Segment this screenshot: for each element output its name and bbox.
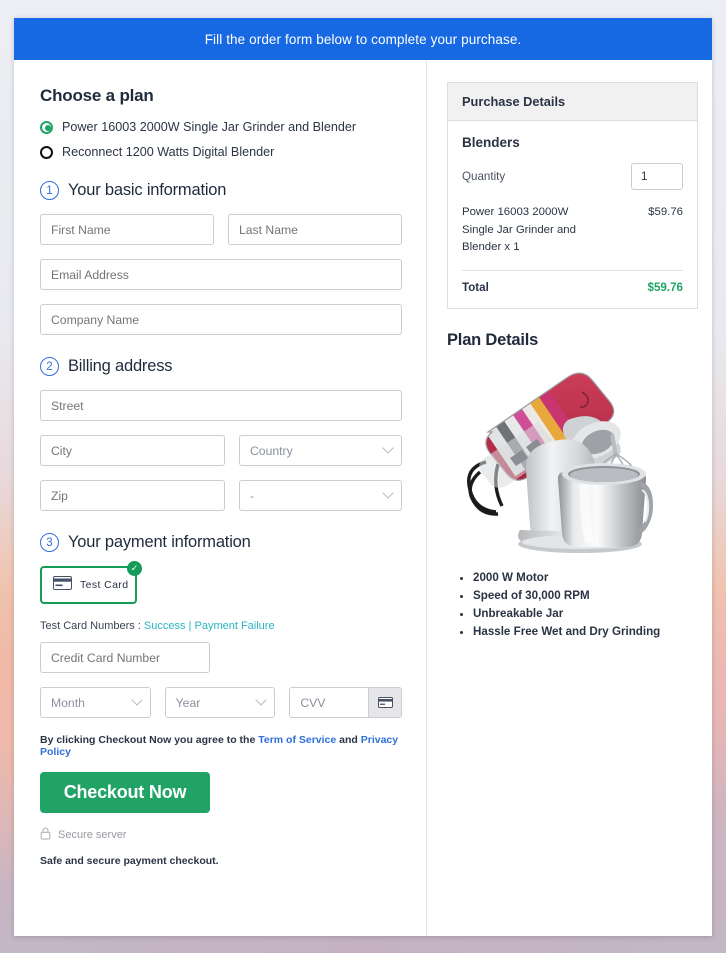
step-1-header: 1 Your basic information [40, 181, 402, 200]
terms-mid: and [336, 734, 361, 746]
secure-server-note: Secure server [40, 827, 402, 843]
country-select[interactable]: Country [239, 435, 402, 466]
zip-state-row: - [40, 480, 402, 511]
terms-line: By clicking Checkout Now you agree to th… [40, 734, 402, 758]
first-name-input[interactable] [40, 214, 214, 245]
cvv-card-icon [368, 688, 402, 717]
list-item: Unbreakable Jar [473, 607, 698, 620]
plan-option-label: Power 16003 2000W Single Jar Grinder and… [62, 120, 357, 134]
name-row [40, 214, 402, 245]
checkout-card: Fill the order form below to complete yo… [14, 18, 712, 936]
step-title: Billing address [68, 357, 173, 375]
zip-input[interactable] [40, 480, 225, 511]
total-row: Total $59.76 [462, 281, 683, 294]
page-banner: Fill the order form below to complete yo… [14, 18, 712, 60]
payment-method-label: Test Card [80, 579, 129, 591]
order-form-column: Choose a plan Power 16003 2000W Single J… [14, 60, 426, 936]
test-success-link[interactable]: Success [144, 620, 186, 632]
list-item: Speed of 30,000 RPM [473, 589, 698, 602]
purchase-details-panel: Purchase Details Blenders Quantity 1 Pow… [447, 82, 698, 310]
line-item-price: $59.76 [648, 206, 683, 218]
safe-checkout-note: Safe and secure payment checkout. [40, 855, 219, 867]
state-select-value[interactable]: - [239, 480, 402, 511]
list-item: 2000 W Motor [473, 571, 698, 584]
step-3-header: 3 Your payment information [40, 533, 402, 552]
test-failure-link[interactable]: Payment Failure [194, 620, 274, 632]
step-number-badge: 1 [40, 181, 59, 200]
plan-radio-group: Power 16003 2000W Single Jar Grinder and… [40, 120, 402, 159]
terms-prefix: By clicking Checkout Now you agree to th… [40, 734, 259, 746]
email-input[interactable] [40, 259, 402, 290]
city-country-row: Country [40, 435, 402, 466]
last-name-input[interactable] [228, 214, 402, 245]
step-title: Your payment information [68, 533, 251, 551]
step-2-header: 2 Billing address [40, 357, 402, 376]
purchase-details-header: Purchase Details [448, 83, 697, 121]
plan-option-label: Reconnect 1200 Watts Digital Blender [62, 145, 275, 159]
plan-details-title: Plan Details [447, 331, 539, 350]
plan-option-power[interactable]: Power 16003 2000W Single Jar Grinder and… [40, 120, 402, 134]
quantity-row: Quantity 1 [462, 163, 683, 190]
banner-text: Fill the order form below to complete yo… [204, 31, 522, 47]
checkout-now-button[interactable]: Checkout Now [40, 772, 210, 813]
purchase-details-body: Blenders Quantity 1 Power 16003 2000W Si… [448, 121, 697, 308]
line-item-row: Power 16003 2000W Single Jar Grinder and… [462, 204, 683, 257]
state-select[interactable]: - [239, 480, 402, 511]
total-label: Total [462, 281, 489, 295]
quantity-input[interactable]: 1 [631, 163, 683, 190]
street-input[interactable] [40, 390, 402, 421]
cvv-field[interactable]: CVV [289, 687, 403, 718]
total-amount: $59.76 [647, 281, 683, 295]
plan-option-reconnect[interactable]: Reconnect 1200 Watts Digital Blender [40, 145, 402, 159]
secure-server-label: Secure server [58, 829, 127, 841]
payment-method-test-card[interactable]: Test Card ✓ [40, 561, 142, 604]
cvv-placeholder[interactable]: CVV [290, 696, 368, 710]
list-item: Hassle Free Wet and Dry Grinding [473, 625, 698, 638]
product-image [447, 354, 698, 559]
summary-column: Purchase Details Blenders Quantity 1 Pow… [426, 60, 712, 936]
year-select[interactable]: Year [164, 687, 276, 718]
divider [462, 270, 683, 272]
purchase-category: Blenders [462, 135, 520, 150]
city-input[interactable] [40, 435, 225, 466]
terms-of-service-link[interactable]: Term of Service [258, 734, 336, 746]
line-item-name: Power 16003 2000W Single Jar Grinder and… [462, 206, 576, 254]
credit-card-number-input[interactable] [40, 642, 210, 673]
radio-selected-icon[interactable] [40, 120, 53, 134]
country-select-value[interactable]: Country [239, 435, 402, 466]
choose-plan-heading: Choose a plan [40, 86, 154, 105]
check-circle-icon: ✓ [127, 561, 142, 576]
company-input[interactable] [40, 304, 402, 335]
test-card-numbers-label: Test Card Numbers : [40, 620, 144, 632]
expiry-cvv-row: Month Year CVV [40, 687, 403, 718]
step-number-badge: 3 [40, 533, 59, 552]
quantity-label: Quantity [462, 170, 506, 183]
step-title: Your basic information [68, 181, 227, 199]
plan-features-list: 2000 W Motor Speed of 30,000 RPM Unbreak… [473, 571, 698, 638]
month-select[interactable]: Month [40, 687, 151, 718]
credit-card-icon [53, 575, 72, 595]
test-card-numbers-line: Test Card Numbers : Success | Payment Fa… [40, 620, 402, 632]
step-number-badge: 2 [40, 357, 59, 376]
radio-unselected-icon[interactable] [40, 145, 53, 159]
lock-icon [40, 827, 51, 843]
content-row: Choose a plan Power 16003 2000W Single J… [14, 60, 712, 936]
